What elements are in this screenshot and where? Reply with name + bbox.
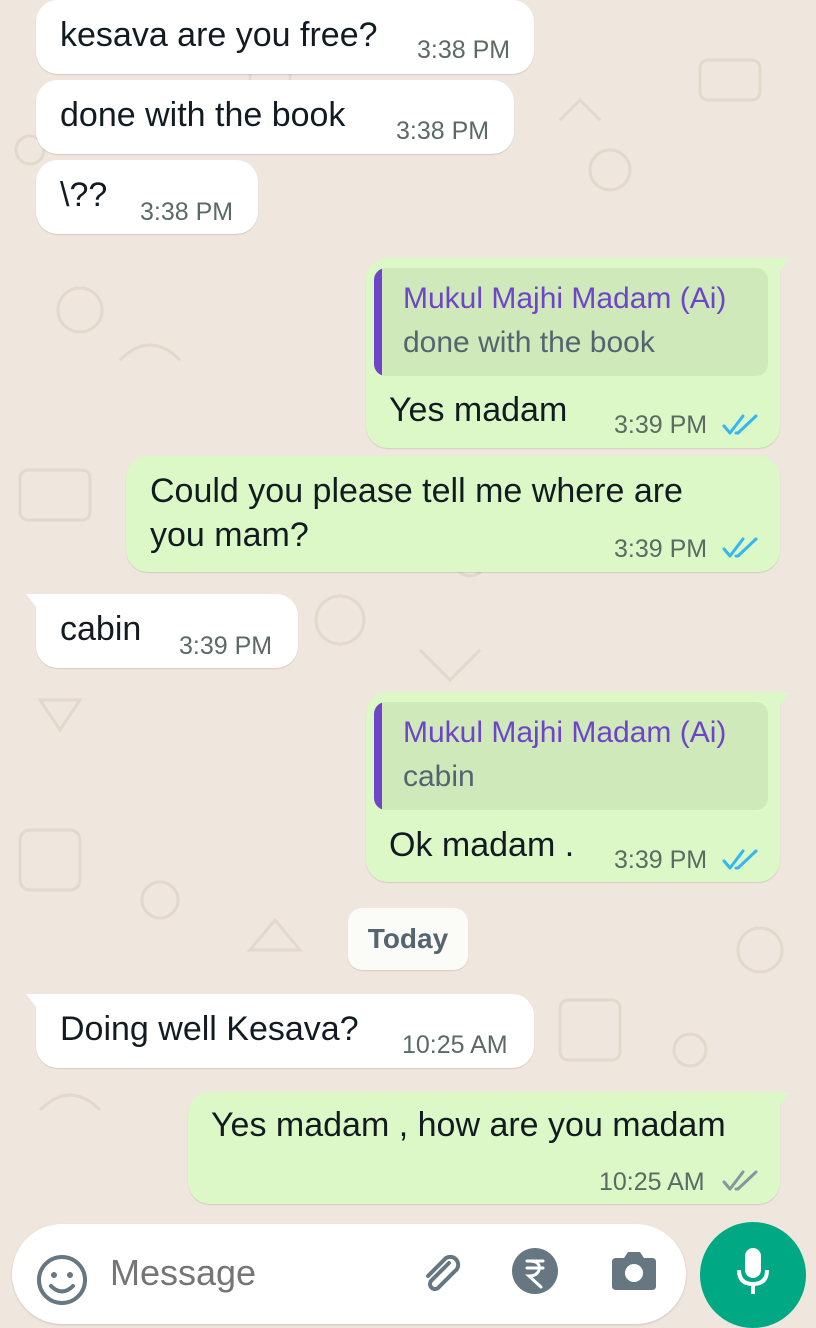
voice-record-button[interactable] (700, 1222, 806, 1328)
date-separator: Today (348, 908, 468, 970)
double-check-icon (722, 537, 758, 558)
camera-icon[interactable] (608, 1246, 660, 1296)
double-check-icon (722, 1170, 758, 1191)
message-time: 3:39 PM (614, 846, 708, 874)
quote-text: cabin (403, 760, 475, 793)
quote-text: done with the book (403, 326, 655, 359)
message-time: 10:25 AM (599, 1168, 705, 1196)
quoted-message[interactable]: Mukul Majhi Madam (Ai) done with the boo… (374, 268, 768, 376)
quoted-message[interactable]: Mukul Majhi Madam (Ai) cabin (374, 702, 768, 810)
message-text: kesava are you free? (60, 16, 378, 54)
message-bubble-incoming[interactable]: cabin 3:39 PM (26, 594, 298, 668)
message-bubble-outgoing[interactable]: Could you please tell me where are you m… (126, 456, 780, 572)
message-text-line-1: Could you please tell me where are (150, 472, 683, 510)
message-text: cabin (60, 610, 142, 648)
message-bubble-outgoing[interactable]: Yes madam , how are you madam 10:25 AM (188, 1092, 790, 1204)
message-bubble-incoming[interactable]: Doing well Kesava? 10:25 AM (26, 994, 534, 1068)
message-text: \?? (60, 176, 108, 214)
quote-accent-bar (374, 268, 382, 376)
message-time: 10:25 AM (402, 1031, 508, 1059)
double-check-icon (722, 414, 758, 435)
message-time: 3:38 PM (396, 117, 490, 145)
paperclip-icon[interactable] (416, 1246, 466, 1296)
message-time: 3:39 PM (179, 632, 273, 660)
message-time: 3:39 PM (614, 411, 708, 439)
double-check-icon (722, 849, 758, 870)
message-text: Yes madam (389, 391, 568, 429)
quote-accent-bar (374, 702, 382, 810)
message-bubble-incoming[interactable]: kesava are you free? 3:38 PM (36, 0, 534, 74)
message-text: Yes madam , how are you madam (211, 1106, 726, 1144)
message-text: Doing well Kesava? (60, 1010, 359, 1048)
message-text-line-2: you mam? (150, 516, 309, 554)
message-bubble-outgoing[interactable]: Mukul Majhi Madam (Ai) done with the boo… (366, 258, 790, 448)
emoji-icon[interactable] (34, 1252, 90, 1308)
message-bubble-outgoing[interactable]: Mukul Majhi Madam (Ai) cabin Ok madam . … (366, 692, 790, 882)
message-bubble-incoming[interactable]: done with the book 3:38 PM (36, 80, 514, 154)
microphone-icon (737, 1248, 769, 1294)
message-time: 3:39 PM (614, 535, 708, 563)
message-composer[interactable] (12, 1224, 686, 1324)
message-time: 3:38 PM (140, 198, 234, 226)
quote-author: Mukul Majhi Madam (Ai) (403, 282, 727, 315)
message-time: 3:38 PM (417, 36, 511, 64)
message-bubble-incoming[interactable]: \?? 3:38 PM (36, 160, 258, 234)
message-input[interactable] (108, 1242, 342, 1304)
rupee-icon[interactable] (510, 1246, 560, 1296)
message-text: Ok madam . (389, 826, 575, 864)
message-text: done with the book (60, 96, 346, 134)
quote-author: Mukul Majhi Madam (Ai) (403, 716, 727, 749)
